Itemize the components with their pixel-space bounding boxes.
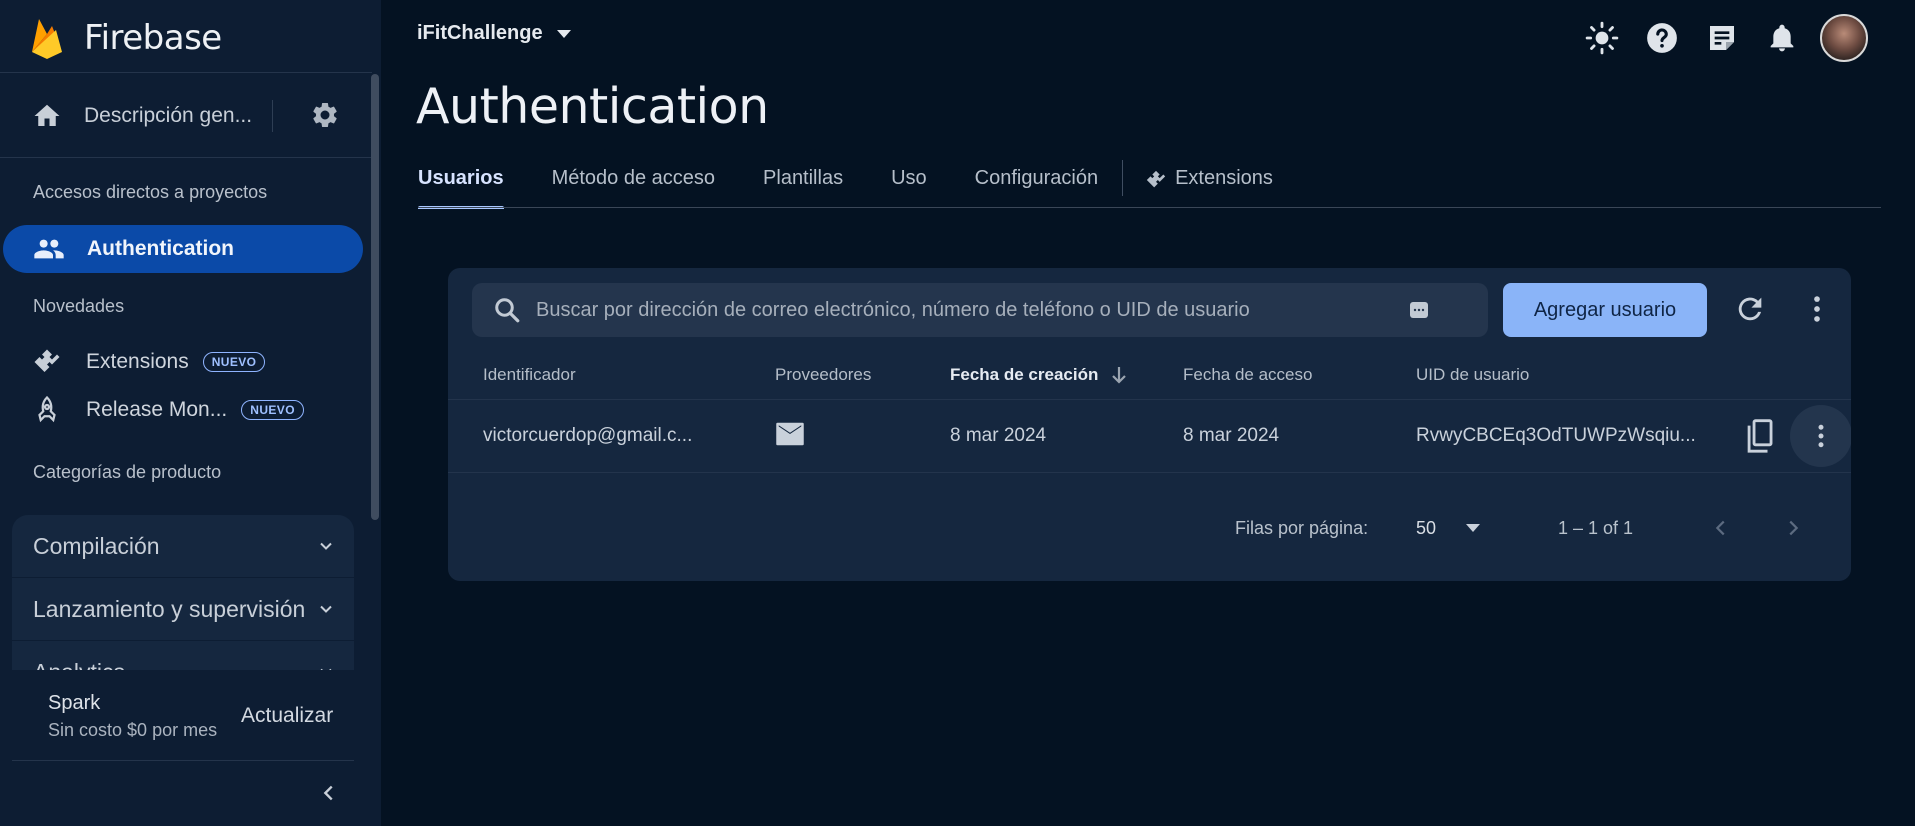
sidebar-item-label: Extensions [86, 350, 189, 373]
table-row[interactable]: victorcuerdop@gmail.c... 8 mar 2024 8 ma… [448, 399, 1851, 473]
add-user-button[interactable]: Agregar usuario [1503, 283, 1707, 337]
page-title: Authentication [416, 78, 769, 135]
category-label: Lanzamiento y supervisión [33, 595, 306, 622]
new-badge: NUEVO [202, 352, 266, 372]
keyboard-icon[interactable] [1410, 302, 1428, 318]
people-icon [34, 239, 64, 259]
column-header-identifier[interactable]: Identificador [483, 365, 576, 385]
category-label: Analytics [33, 659, 125, 671]
column-header-providers[interactable]: Proveedores [775, 365, 871, 385]
more-vert-icon[interactable] [1800, 292, 1834, 326]
new-badge: NUEVO [241, 400, 304, 420]
theme-icon[interactable] [1584, 20, 1620, 56]
tabs-divider [418, 207, 1881, 208]
firebase-logo-icon [32, 19, 62, 59]
header-actions [1584, 14, 1868, 62]
divider [1122, 160, 1124, 196]
cell-created: 8 mar 2024 [950, 425, 1047, 446]
tab-users[interactable]: Usuarios [418, 160, 504, 209]
copy-icon[interactable] [1742, 418, 1776, 456]
category-analytics[interactable]: Analytics [12, 641, 354, 670]
sidebar: Firebase Descripción gen... Accesos dire… [0, 0, 381, 826]
sidebar-item-release-monitoring[interactable]: Release Mon... NUEVO [32, 394, 304, 426]
chevron-down-icon [320, 668, 332, 670]
category-build[interactable]: Compilación [12, 515, 354, 577]
email-icon [776, 422, 804, 446]
chevron-left-icon[interactable] [1710, 516, 1732, 540]
rows-per-page-select[interactable]: 50 [1416, 518, 1436, 539]
refresh-icon[interactable] [1733, 292, 1767, 326]
search-placeholder: Buscar por dirección de correo electróni… [536, 298, 1250, 321]
chevron-left-icon[interactable] [318, 782, 340, 804]
rocket-icon [38, 395, 56, 423]
more-vert-icon [1818, 424, 1824, 448]
upgrade-button[interactable]: Actualizar [241, 704, 333, 728]
tab-usage[interactable]: Uso [891, 160, 927, 208]
notes-icon[interactable] [1704, 20, 1740, 56]
extensions-icon [34, 349, 60, 372]
plan-price: Sin costo $0 por mes [48, 720, 218, 740]
help-icon[interactable] [1644, 20, 1680, 56]
project-selector[interactable]: iFitChallenge [417, 22, 573, 45]
search-icon [495, 298, 520, 323]
project-name: iFitChallenge [417, 22, 543, 44]
brand-name: Firebase [84, 18, 222, 58]
home-icon [34, 104, 60, 126]
column-header-created[interactable]: Fecha de creación [950, 365, 1128, 385]
product-categories: Compilación Lanzamiento y supervisión An… [12, 515, 354, 670]
cell-uid: RvwyCBCEq3OdTUWPzWsqiu... [1416, 425, 1696, 446]
sidebar-item-authentication[interactable]: Authentication [3, 225, 363, 273]
chevron-right-icon[interactable] [1782, 516, 1804, 540]
sidebar-item-extensions[interactable]: Extensions NUEVO [32, 346, 266, 378]
plan-name: Spark [48, 692, 101, 714]
shortcuts-title: Accesos directos a proyectos [33, 182, 268, 202]
categories-title: Categorías de producto [33, 462, 222, 482]
cell-last-access: 8 mar 2024 [1183, 425, 1280, 446]
caret-down-icon[interactable] [1464, 522, 1482, 534]
sidebar-item-label: Authentication [87, 237, 234, 260]
column-header-uid[interactable]: UID de usuario [1416, 365, 1529, 385]
category-release-monitor[interactable]: Lanzamiento y supervisión [12, 578, 354, 640]
column-header-label: Fecha de creación [950, 365, 1099, 384]
tab-label: Extensions [1175, 167, 1273, 189]
rows-per-page-label: Filas por página: [1235, 518, 1369, 538]
cell-identifier: victorcuerdop@gmail.c... [483, 425, 693, 446]
sidebar-scrollbar[interactable] [371, 74, 379, 520]
gear-icon[interactable] [310, 100, 340, 130]
tab-settings[interactable]: Configuración [975, 160, 1098, 208]
project-overview-link[interactable]: Descripción gen... [32, 96, 350, 136]
notifications-icon[interactable] [1764, 20, 1800, 56]
sidebar-item-label: Release Mon... [86, 398, 228, 421]
extensions-icon [1146, 170, 1166, 188]
category-label: Compilación [33, 532, 160, 559]
news-title: Novedades [33, 296, 125, 316]
column-header-last-access[interactable]: Fecha de acceso [1183, 365, 1312, 385]
auth-tabs: Usuarios Método de acceso Plantillas Uso… [418, 160, 1321, 209]
divider [272, 100, 273, 132]
chevron-down-icon [320, 542, 332, 550]
row-more-button[interactable] [1790, 405, 1851, 467]
pagination-range: 1 – 1 of 1 [1558, 518, 1634, 538]
chevron-down-icon [320, 605, 332, 613]
search-input[interactable]: Buscar por dirección de correo electróni… [472, 283, 1488, 337]
caret-down-icon [556, 29, 571, 38]
plan-panel: Spark Sin costo $0 por mes Actualizar [0, 670, 381, 760]
tab-sign-in-method[interactable]: Método de acceso [552, 160, 715, 208]
arrow-down-icon [1112, 367, 1127, 384]
overview-label: Descripción gen... [84, 104, 253, 127]
firebase-brand[interactable]: Firebase [30, 16, 222, 60]
tab-extensions[interactable]: Extensions [1145, 160, 1273, 208]
users-card: Buscar por dirección de correo electróni… [448, 268, 1851, 581]
avatar[interactable] [1820, 14, 1868, 62]
divider [0, 157, 372, 158]
tab-templates[interactable]: Plantillas [763, 160, 843, 208]
divider [12, 760, 354, 761]
divider [0, 72, 372, 73]
